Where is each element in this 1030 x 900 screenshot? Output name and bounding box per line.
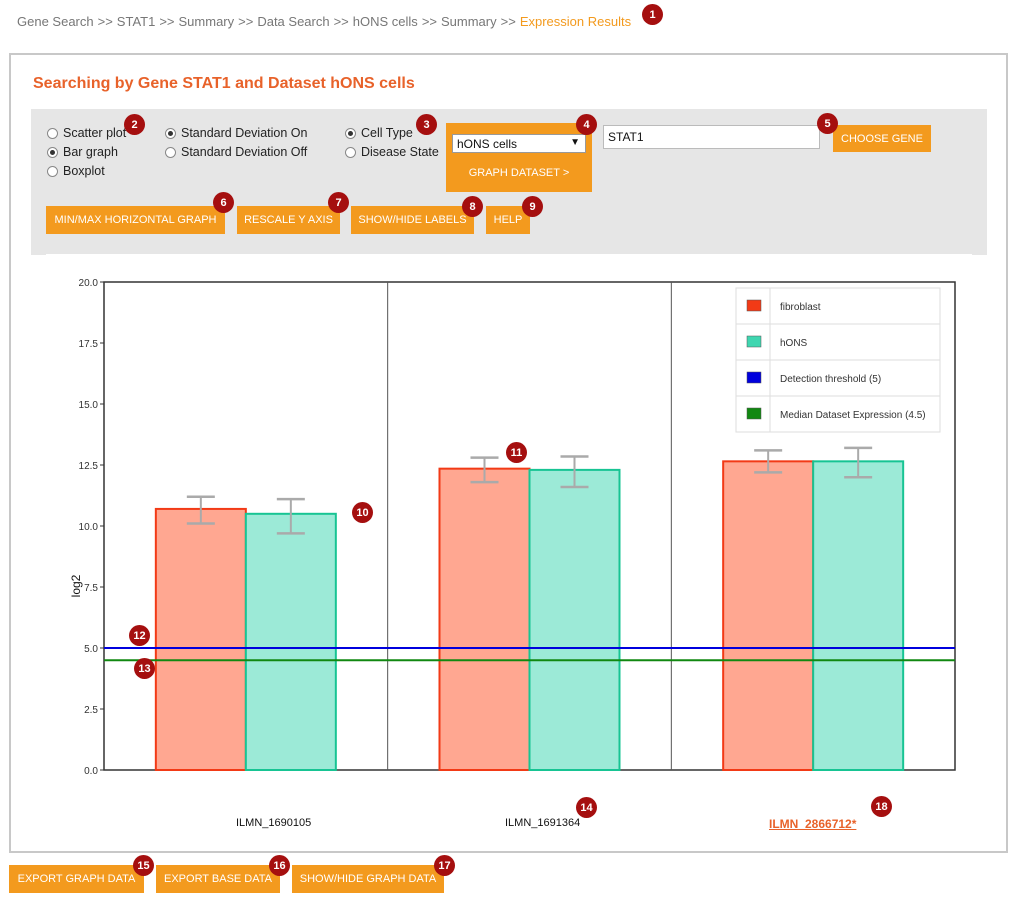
legend-swatch [746,371,762,384]
radio-label: Standard Deviation Off [181,145,308,159]
radio-icon[interactable] [47,165,58,177]
export-graph-data-button[interactable]: EXPORT GRAPH DATA [9,865,144,893]
bar-fibroblast [438,467,531,771]
y-tick-label: 17.5 [79,339,99,350]
breadcrumb-separator: >> [159,14,175,29]
bar-hons [812,460,905,771]
bar-hons [528,468,621,771]
export-base-data-button[interactable]: EXPORT BASE DATA [156,865,280,893]
radio-scatter-plot[interactable]: Scatter plot [47,126,126,140]
annotation-badge: 4 [576,114,597,135]
annotation-badge: 1 [642,4,663,25]
legend-label: fibroblast [780,302,821,313]
annotation-badge: 8 [462,196,483,217]
radio-label: Boxplot [63,164,105,178]
y-tick-label: 15.0 [79,400,99,411]
graph-controls: Scatter plot Bar graph Boxplot Standard … [31,109,987,255]
radio-std-dev-on[interactable]: Standard Deviation On [165,126,307,140]
annotation-badge: 18 [871,796,892,817]
dataset-selector-box: hONS cells ▼ GRAPH DATASET > [446,123,592,192]
dataset-select-value: hONS cells [457,137,518,151]
radio-label: Cell Type [361,126,413,140]
annotation-badge: 2 [124,114,145,135]
show-hide-labels-button[interactable]: SHOW/HIDE LABELS [351,206,474,234]
radio-label: Scatter plot [63,126,127,140]
annotation-badge: 10 [352,502,373,523]
breadcrumb-gene-search[interactable]: Gene Search [17,14,94,29]
y-tick-label: 2.5 [84,705,98,716]
annotation-badge: 13 [134,658,155,679]
radio-label: Bar graph [63,145,118,159]
radio-cell-type[interactable]: Cell Type [345,126,413,140]
breadcrumb-separator: >> [238,14,254,29]
annotation-badge: 7 [328,192,349,213]
legend-swatch [746,299,762,312]
minmax-horizontal-graph-button[interactable]: MIN/MAX HORIZONTAL GRAPH [46,206,225,234]
radio-label: Standard Deviation On [181,126,308,140]
dataset-select[interactable]: hONS cells ▼ [452,134,586,153]
annotation-badge: 5 [817,113,838,134]
show-hide-graph-data-button[interactable]: SHOW/HIDE GRAPH DATA [292,865,444,893]
annotation-badge: 9 [522,196,543,217]
choose-gene-button[interactable]: CHOOSE GENE [833,125,931,152]
breadcrumb-separator: >> [333,14,349,29]
annotation-badge: 14 [576,797,597,818]
dropdown-arrow-icon: ▼ [570,137,580,148]
breadcrumb-separator: >> [500,14,516,29]
probe-label-1: ILMN_1690105 [236,817,312,829]
y-tick-label: 7.5 [84,583,98,594]
y-axis-label: log2 [69,574,83,597]
bar-fibroblast [722,460,815,771]
radio-boxplot[interactable]: Boxplot [47,164,105,178]
radio-icon-selected[interactable] [345,127,356,139]
annotation-badge: 3 [416,114,437,135]
breadcrumb-hons-cells[interactable]: hONS cells [353,14,418,29]
breadcrumb-summary-2[interactable]: Summary [441,14,497,29]
annotation-badge: 17 [434,855,455,876]
radio-std-dev-off[interactable]: Standard Deviation Off [165,145,307,159]
radio-label: Disease State [361,145,439,159]
rescale-y-axis-button[interactable]: RESCALE Y AXIS [237,206,340,234]
y-tick-label: 5.0 [84,644,98,655]
page-title: Searching by Gene STAT1 and Dataset hONS… [33,75,415,92]
y-tick-label: 12.5 [79,461,99,472]
y-tick-label: 0.0 [84,766,98,777]
annotation-badge: 12 [129,625,150,646]
radio-icon-selected[interactable] [47,146,58,158]
y-tick-label: 10.0 [79,522,99,533]
expression-chart: 0.0 2.5 5.0 7.5 10.0 12.5 15.0 17.5 20.0 log2 fibr… [46,254,972,802]
legend-label: hONS [780,338,808,349]
breadcrumb: Gene Search >> STAT1 >> Summary >> Data Search… [17,14,631,29]
chart-svg: 0.0 2.5 5.0 7.5 10.0 12.5 15.0 17.5 20.0 log2 fibr… [69,278,956,777]
probe-link-3[interactable]: ILMN_2866712* [769,817,856,831]
breadcrumb-data-search[interactable]: Data Search [257,14,329,29]
radio-disease-state[interactable]: Disease State [345,145,439,159]
graph-dataset-button[interactable]: GRAPH DATASET > [446,167,592,179]
bar-hons [244,512,337,771]
legend-swatch [746,407,762,420]
annotation-badge: 6 [213,192,234,213]
y-tick-label: 20.0 [79,278,99,289]
legend-label: Detection threshold (5) [780,374,881,385]
probe-label-2: ILMN_1691364 [505,817,581,829]
annotation-badge: 16 [269,855,290,876]
gene-input[interactable]: STAT1 [603,125,820,149]
breadcrumb-stat1[interactable]: STAT1 [117,14,156,29]
breadcrumb-expression-results: Expression Results [519,14,632,29]
legend-swatch [746,335,762,348]
annotation-badge: 15 [133,855,154,876]
bar-fibroblast [154,507,247,771]
radio-bar-graph[interactable]: Bar graph [47,145,118,159]
breadcrumb-separator: >> [421,14,437,29]
radio-icon-selected[interactable] [165,127,176,139]
annotation-badge: 11 [506,442,527,463]
breadcrumb-summary[interactable]: Summary [179,14,235,29]
radio-icon[interactable] [165,146,176,158]
breadcrumb-separator: >> [97,14,113,29]
legend-label: Median Dataset Expression (4.5) [780,410,926,421]
radio-icon[interactable] [345,146,356,158]
radio-icon[interactable] [47,127,58,139]
